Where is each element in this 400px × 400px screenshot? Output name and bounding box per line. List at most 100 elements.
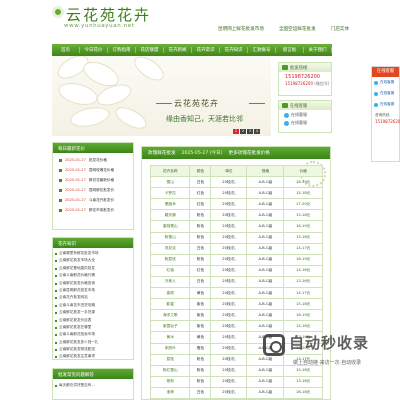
- table-cell-name[interactable]: 朱丽叶: [149, 342, 191, 355]
- news-item[interactable]: 2025-01-27 鲜花市场批发价: [59, 205, 133, 215]
- nav-item[interactable]: 留言板: [276, 47, 304, 53]
- news-item[interactable]: 2025-01-27 批发花价格: [59, 155, 133, 165]
- nav-item[interactable]: 花卉知识: [220, 47, 248, 53]
- contact-box: 批发热线 15198726200 15198726200 (微信号): [278, 62, 332, 96]
- table-cell-name[interactable]: 荔枝: [149, 353, 191, 366]
- nav-item[interactable]: 订购指南: [108, 47, 136, 53]
- contact-title: 批发热线: [279, 63, 331, 72]
- article-item[interactable]: 云南鲜花批发在哪里: [53, 324, 133, 331]
- article-item[interactable]: 云南鲜花批发物流配送: [53, 346, 133, 353]
- table-cell-name[interactable]: 香槟: [149, 287, 191, 300]
- table-cell-name[interactable]: 洛神: [149, 386, 191, 399]
- news-text: 昆明玫瑰花价格: [88, 168, 115, 172]
- article-item[interactable]: 云南斗南花市进货攻略: [53, 302, 133, 309]
- page: 云花苑花卉 www.yunhuayuan.net 昆明网上鲜花批发市场 全国空运…: [0, 0, 400, 400]
- nav-item[interactable]: 汇款账号: [248, 47, 276, 53]
- price-panel-header: 玫瑰鲜花批发 2025-05-27 (今日) 更多玫瑰花批发价格: [142, 147, 330, 159]
- contact-wechat-number[interactable]: 15198726200: [285, 81, 313, 86]
- table-cell-name[interactable]: 粉红雪山: [149, 364, 191, 377]
- table-cell-name[interactable]: 艳粉: [149, 375, 191, 388]
- float-service-label: 在线客服: [380, 80, 395, 84]
- table-cell-name[interactable]: 粉雪山: [149, 231, 191, 244]
- table-cell-name[interactable]: 冷美人: [149, 275, 191, 289]
- news-item[interactable]: 2025-01-27 鲜切花最新价格: [59, 175, 133, 185]
- table-cell-name[interactable]: 戴安娜: [149, 209, 191, 222]
- table-cell-color: 白色: [189, 242, 212, 255]
- table-cell-color: 红色: [189, 198, 212, 211]
- table-cell-color: 白色: [189, 386, 212, 399]
- table-row: 粉荔枝 粉色 20枝/扎 A-B-C级 16-19元: [149, 253, 323, 266]
- table-cell-name[interactable]: 粉荔枝: [149, 253, 191, 266]
- contact-wechat: 15198726200 (微信号): [279, 80, 331, 87]
- nav-item[interactable]: 今日花价: [80, 47, 108, 53]
- table-cell-price: 17-20元: [283, 198, 323, 211]
- article-item[interactable]: 云南斗南鲜花拍卖市场: [53, 331, 133, 338]
- float-tel-number[interactable]: 15198726200: [372, 118, 400, 124]
- table-cell-name[interactable]: 紫霞仙子: [149, 320, 191, 333]
- table-cell-name[interactable]: 海洋之歌: [149, 309, 191, 322]
- news-date: 2025-01-27: [65, 158, 86, 162]
- table-cell-grade: A-B-C级: [246, 264, 285, 277]
- banner-dot[interactable]: 3: [247, 129, 253, 134]
- nav-item[interactable]: 花卉常识: [192, 47, 220, 53]
- nav-item[interactable]: 关于我们: [304, 47, 332, 53]
- top-link[interactable]: 门店实体: [331, 26, 349, 32]
- qq-item[interactable]: 在线客服: [279, 118, 331, 126]
- table-cell-color: 白色: [189, 176, 212, 189]
- article-item[interactable]: 云南鲜花批发注意事项: [53, 353, 133, 360]
- price-panel-more-link[interactable]: 更多玫瑰花批发价格: [229, 150, 270, 156]
- article-item[interactable]: 云南昆明鲜花批发市场: [53, 287, 133, 294]
- banner[interactable]: 云花苑花卉 缘由香知己，天涯若比邻 1 2 3 4: [52, 56, 271, 136]
- float-service-item[interactable]: 在线客服: [372, 88, 399, 99]
- nav-item[interactable]: 首页: [52, 47, 80, 53]
- table-cell-name[interactable]: 影星: [149, 298, 191, 311]
- qq-icon: [374, 80, 378, 85]
- article-item[interactable]: 云南哪里有鲜花批发市场: [53, 250, 133, 257]
- article-item[interactable]: 云南鲜花批发价目表: [53, 317, 133, 324]
- news-item[interactable]: 2025-01-27 斗南花卉批发价: [59, 195, 133, 205]
- table-cell-unit: 20枝/扎: [210, 353, 248, 366]
- news-item[interactable]: 2025-01-27 昆明鲜花批发价: [59, 185, 133, 195]
- table-cell-name[interactable]: 黄冰: [149, 331, 191, 344]
- float-panel-title: 在线客服: [372, 67, 399, 77]
- article-item[interactable]: 云南鲜花基地直供批发: [53, 265, 133, 272]
- contact-phone[interactable]: 15198726200: [279, 72, 331, 80]
- nav-item[interactable]: 花卉新闻: [164, 47, 192, 53]
- table-cell-unit: 20枝/扎: [210, 375, 248, 388]
- table-row: 粉雪山 粉色 20枝/扎 A-B-C级 15-18元: [149, 231, 323, 244]
- float-service-item[interactable]: 在线客服: [372, 99, 399, 110]
- article-item[interactable]: 云南鲜花批发市场大全: [53, 257, 133, 264]
- top-link[interactable]: 全国空运鲜花批发: [279, 26, 316, 32]
- article-item[interactable]: 云南鲜花批发多少钱一扎: [53, 339, 133, 346]
- article-item[interactable]: 云南花卉批发网站: [53, 294, 133, 301]
- news-date: 2025-01-27: [65, 208, 86, 212]
- table-cell-grade: A-B-C级: [246, 209, 285, 222]
- site-logo[interactable]: 云花苑花卉: [66, 4, 151, 25]
- float-service-item[interactable]: 在线客服: [372, 77, 399, 88]
- qq-label: 在线客服: [291, 120, 307, 125]
- article-item[interactable]: 云南鲜花批发一手货源: [53, 309, 133, 316]
- table-cell-name[interactable]: 蜜桃雪山: [149, 220, 191, 233]
- faq-item[interactable]: 每天都在供货是否有...: [53, 382, 133, 389]
- qq-item[interactable]: 在线客服: [279, 110, 331, 118]
- banner-dot[interactable]: 1: [233, 129, 239, 134]
- article-item[interactable]: 云南鲜花批发价格查询: [53, 280, 133, 287]
- table-cell-name[interactable]: 红袖: [149, 264, 191, 277]
- news-item[interactable]: 2025-01-27 昆明玫瑰花价格: [59, 165, 133, 175]
- table-cell-unit: 20枝/扎: [210, 242, 248, 255]
- news-date: 2025-01-27: [65, 188, 86, 192]
- banner-dot[interactable]: 4: [254, 129, 260, 134]
- table-cell-name[interactable]: 坦尼克: [149, 242, 191, 255]
- table-cell-name[interactable]: 雪山: [149, 176, 191, 189]
- nav-item[interactable]: 花店联盟: [136, 47, 164, 53]
- table-cell-unit: 20枝/扎: [210, 298, 248, 311]
- banner-divider: [156, 103, 172, 104]
- banner-dot[interactable]: 2: [240, 129, 246, 134]
- logo-flower-icon: [52, 6, 64, 18]
- article-item[interactable]: 云南斗南鲜花价格行情: [53, 272, 133, 279]
- top-link[interactable]: 昆明网上鲜花批发市场: [218, 26, 264, 32]
- qq-title: 在线客服: [279, 101, 331, 110]
- table-cell-name[interactable]: 黑魔术: [149, 198, 191, 211]
- watermark-logo-icon: [263, 334, 285, 356]
- table-cell-name[interactable]: 卡罗拉: [149, 187, 191, 200]
